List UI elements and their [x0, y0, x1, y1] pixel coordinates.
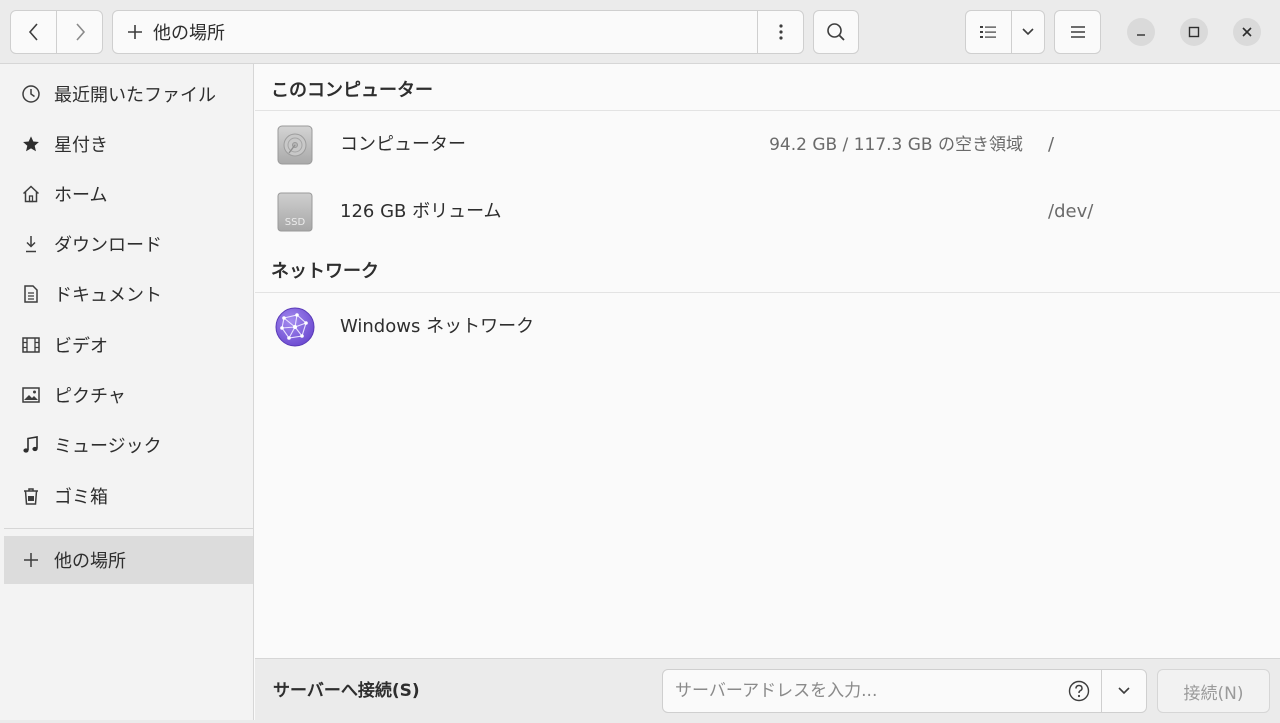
help-circle-icon[interactable]	[1068, 680, 1090, 702]
back-button[interactable]	[11, 11, 56, 53]
path-menu-button[interactable]	[757, 11, 803, 53]
forward-button[interactable]	[56, 11, 102, 53]
sidebar-item-trash[interactable]: ゴミ箱	[4, 472, 253, 520]
mount-point-label: /	[1048, 134, 1055, 155]
sidebar-item-label: 星付き	[54, 135, 108, 156]
minimize-icon	[1137, 34, 1145, 36]
sidebar-item-starred[interactable]: 星付き	[4, 120, 253, 168]
free-space-label: 94.2 GB / 117.3 GB の空き領域	[769, 135, 1023, 155]
mount-point-label: /dev/	[1048, 201, 1094, 222]
chevron-down-icon	[1118, 687, 1130, 695]
main-content: このコンピューター コンピューター 94.2 GB / 117.3 GB の空き…	[255, 64, 1280, 658]
sidebar-item-label: ビデオ	[54, 336, 108, 357]
sidebar-item-label: ピクチャ	[54, 386, 126, 407]
sidebar-item-downloads[interactable]: ダウンロード	[4, 220, 253, 268]
location-row-volume[interactable]: SSD 126 GB ボリューム /dev/	[255, 179, 1280, 245]
sidebar-item-label: ドキュメント	[54, 285, 162, 306]
sidebar-item-label: ゴミ箱	[54, 487, 108, 508]
connect-button[interactable]: 接続(N)	[1157, 669, 1270, 713]
list-view-icon	[980, 26, 997, 38]
view-toggle-group	[965, 10, 1045, 54]
picture-icon	[20, 384, 42, 406]
sidebar-item-recent[interactable]: 最近開いたファイル	[4, 70, 253, 118]
location-bar: 他の場所	[112, 10, 804, 54]
section-title-this-computer: このコンピューター	[271, 80, 433, 101]
minimize-button[interactable]	[1127, 18, 1155, 46]
sidebar-item-videos[interactable]: ビデオ	[4, 321, 253, 369]
vertical-dots-icon	[778, 24, 783, 40]
plus-icon	[128, 25, 142, 39]
section-title-network: ネットワーク	[271, 261, 379, 282]
hamburger-icon	[1070, 26, 1085, 38]
connect-to-server-label: サーバーへ接続(S)	[273, 681, 420, 701]
film-icon	[20, 334, 42, 356]
sidebar: 最近開いたファイル 星付き ホーム ダウンロード ドキュメント ビデオ ピクチャ	[0, 64, 254, 720]
sidebar-item-documents[interactable]: ドキュメント	[4, 270, 253, 318]
sidebar-item-pictures[interactable]: ピクチャ	[4, 371, 253, 419]
network-globe-icon	[275, 306, 315, 348]
sidebar-item-label: ダウンロード	[54, 235, 162, 256]
sidebar-item-other-locations[interactable]: 他の場所	[4, 536, 253, 584]
sidebar-item-label: 他の場所	[54, 551, 126, 572]
path-crumb-other-locations[interactable]: 他の場所	[113, 11, 757, 53]
document-icon	[20, 283, 42, 305]
main-menu-button[interactable]	[1054, 10, 1101, 54]
server-address-input[interactable]	[662, 669, 1102, 713]
search-icon	[827, 23, 845, 41]
sidebar-item-label: ミュージック	[54, 436, 162, 457]
section-divider	[255, 110, 1280, 111]
maximize-button[interactable]	[1180, 18, 1208, 46]
music-icon	[20, 434, 42, 456]
navigation-buttons	[10, 10, 103, 54]
list-view-button[interactable]	[966, 11, 1011, 53]
hard-disk-icon	[275, 124, 315, 166]
star-icon	[20, 133, 42, 155]
location-name: 126 GB ボリューム	[340, 201, 502, 222]
maximize-icon	[1188, 26, 1200, 38]
sidebar-item-label: 最近開いたファイル	[54, 85, 216, 106]
location-name: Windows ネットワーク	[340, 316, 535, 337]
location-name: コンピューター	[340, 134, 466, 155]
view-options-dropdown[interactable]	[1010, 11, 1044, 53]
chevron-down-icon	[1022, 28, 1034, 36]
close-icon	[1242, 27, 1252, 37]
connect-to-server-bar: サーバーへ接続(S) 接続(N)	[255, 658, 1280, 720]
chevron-left-icon	[28, 23, 38, 41]
trash-icon	[20, 485, 42, 507]
sidebar-item-music[interactable]: ミュージック	[4, 421, 253, 469]
sidebar-item-label: ホーム	[54, 185, 108, 206]
section-divider	[255, 292, 1280, 293]
ssd-label-text: SSD	[285, 217, 306, 228]
file-manager-window: 他の場所 最近開いたファイル 星付き ホーム ダウンロード ドキュメント ビデオ…	[0, 0, 1280, 720]
plus-icon	[20, 549, 42, 571]
search-button[interactable]	[813, 10, 859, 54]
home-icon	[20, 183, 42, 205]
download-icon	[20, 233, 42, 255]
sidebar-separator	[4, 528, 253, 529]
ssd-drive-icon: SSD	[275, 191, 315, 233]
clock-icon	[20, 83, 42, 105]
location-row-windows-network[interactable]: Windows ネットワーク	[255, 294, 1280, 360]
path-label: 他の場所	[153, 23, 225, 44]
server-history-dropdown[interactable]	[1101, 669, 1147, 713]
sidebar-item-home[interactable]: ホーム	[4, 170, 253, 218]
close-button[interactable]	[1233, 18, 1261, 46]
header-bar: 他の場所	[0, 0, 1280, 64]
location-row-computer[interactable]: コンピューター 94.2 GB / 117.3 GB の空き領域 /	[255, 112, 1280, 178]
chevron-right-icon	[75, 23, 85, 41]
